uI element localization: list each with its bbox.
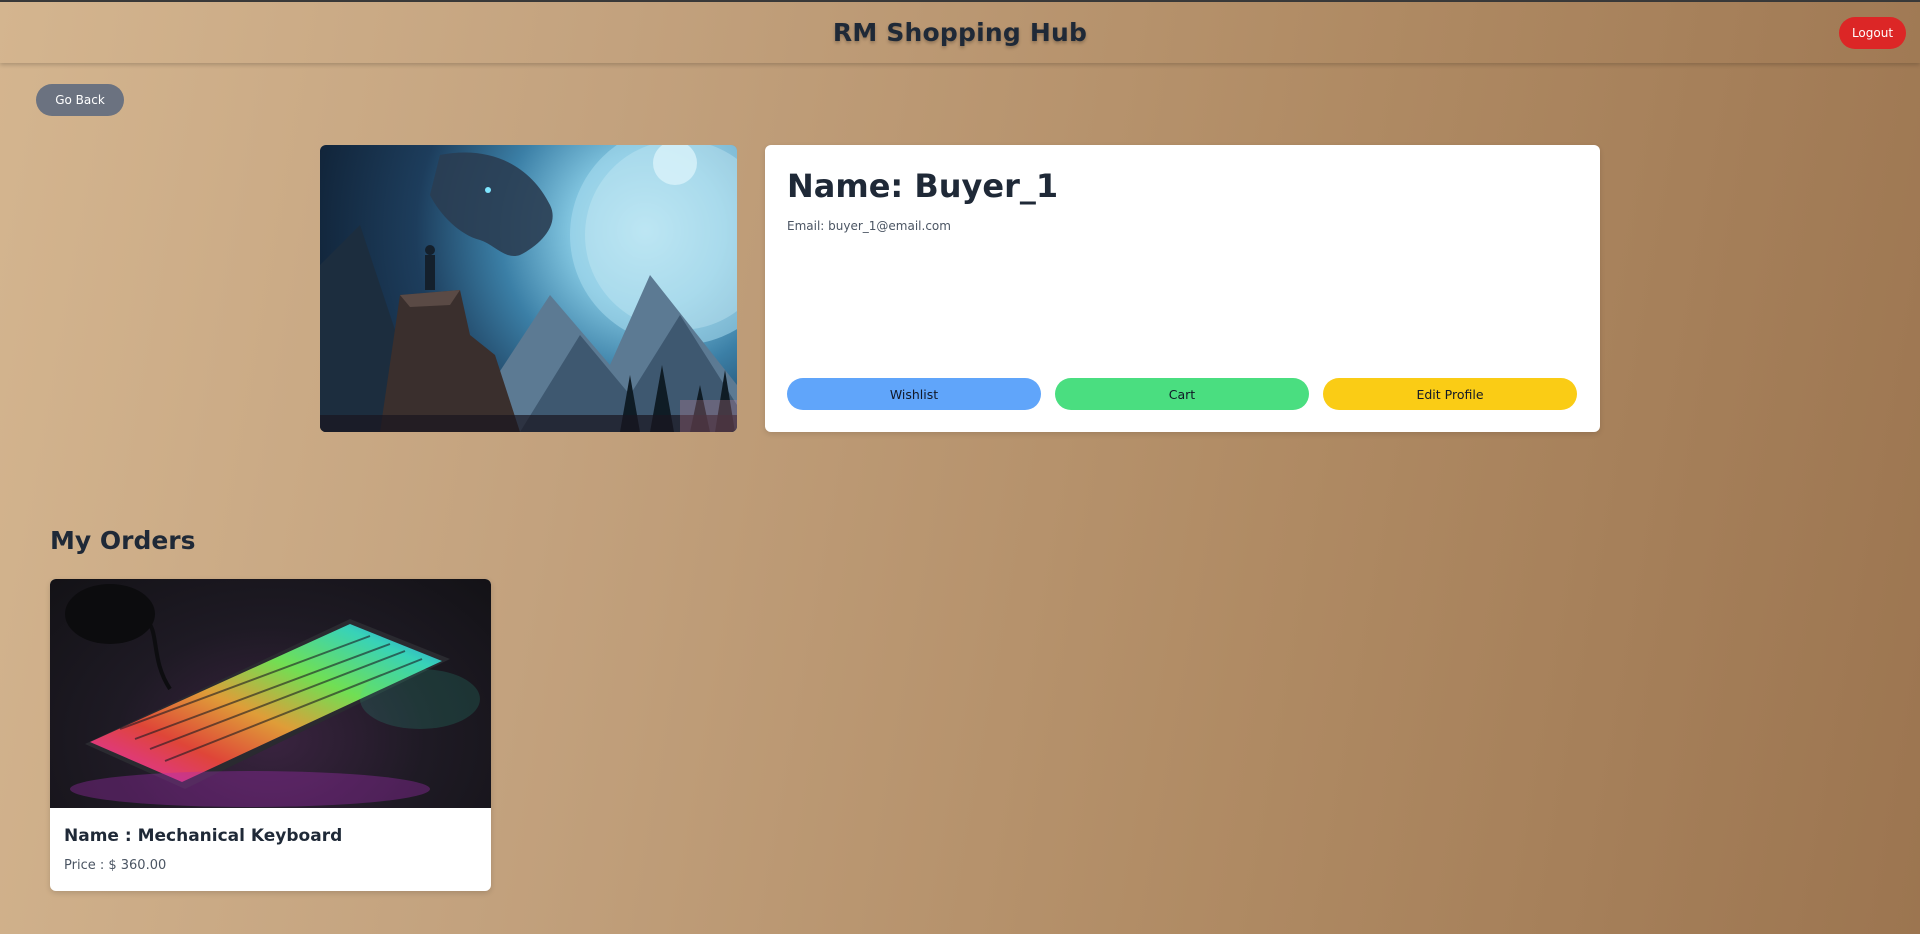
app-title: RM Shopping Hub bbox=[832, 18, 1088, 47]
profile-card: Name: Buyer_1 Email: buyer_1@email.com W… bbox=[765, 145, 1600, 432]
order-card[interactable]: Name : Mechanical Keyboard Price : $ 360… bbox=[50, 579, 491, 891]
app-header: RM Shopping Hub Logout bbox=[0, 2, 1920, 63]
logout-button[interactable]: Logout bbox=[1839, 17, 1906, 49]
go-back-button[interactable]: Go Back bbox=[36, 84, 124, 116]
order-product-price: Price : $ 360.00 bbox=[64, 858, 167, 873]
wolf-landscape-illustration bbox=[320, 145, 737, 432]
my-orders-heading: My Orders bbox=[50, 526, 196, 555]
profile-image bbox=[320, 145, 737, 432]
profile-name: Name: Buyer_1 bbox=[787, 167, 1059, 205]
profile-email: Email: buyer_1@email.com bbox=[787, 219, 951, 233]
cart-button[interactable]: Cart bbox=[1055, 378, 1309, 410]
order-product-image bbox=[50, 579, 491, 808]
edit-profile-button[interactable]: Edit Profile bbox=[1323, 378, 1577, 410]
order-product-name: Name : Mechanical Keyboard bbox=[64, 826, 343, 846]
rgb-keyboard-illustration bbox=[65, 584, 480, 807]
wishlist-button[interactable]: Wishlist bbox=[787, 378, 1041, 410]
